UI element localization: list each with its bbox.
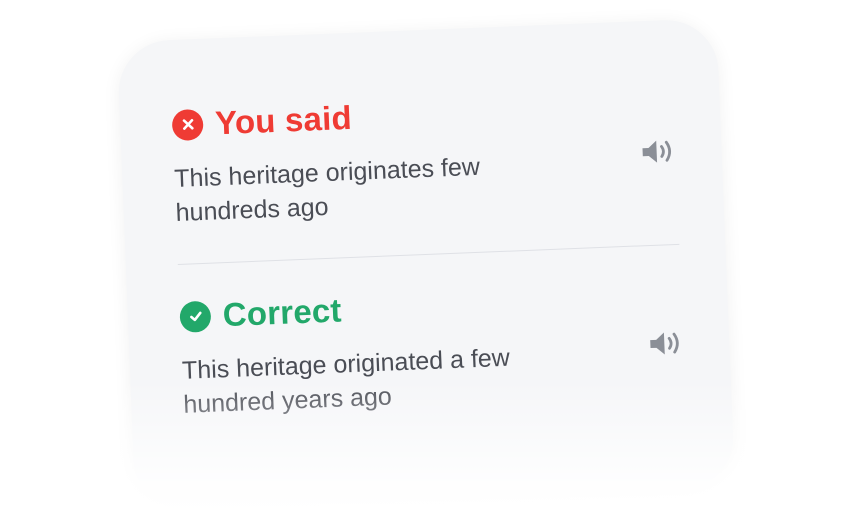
- close-icon: [171, 108, 204, 141]
- you-said-section: You said This heritage originates few hu…: [171, 86, 678, 230]
- correct-row: This heritage originated a few hundred y…: [181, 332, 685, 422]
- correct-text: This heritage originated a few hundred y…: [181, 343, 511, 419]
- divider: [177, 243, 680, 265]
- correct-section: Correct This heritage originated a few h…: [179, 278, 686, 422]
- correct-label: Correct: [222, 291, 343, 334]
- you-said-heading: You said: [171, 86, 674, 144]
- feedback-card: You said This heritage originates few hu…: [116, 18, 736, 512]
- you-said-text: This heritage originates few hundreds ag…: [173, 152, 481, 227]
- stage: You said This heritage originates few hu…: [0, 0, 864, 514]
- you-said-row: This heritage originates few hundreds ag…: [173, 140, 678, 230]
- speaker-icon[interactable]: [639, 136, 676, 167]
- check-icon: [179, 300, 212, 333]
- speaker-icon[interactable]: [647, 328, 684, 359]
- you-said-label: You said: [214, 98, 353, 142]
- correct-heading: Correct: [179, 278, 682, 336]
